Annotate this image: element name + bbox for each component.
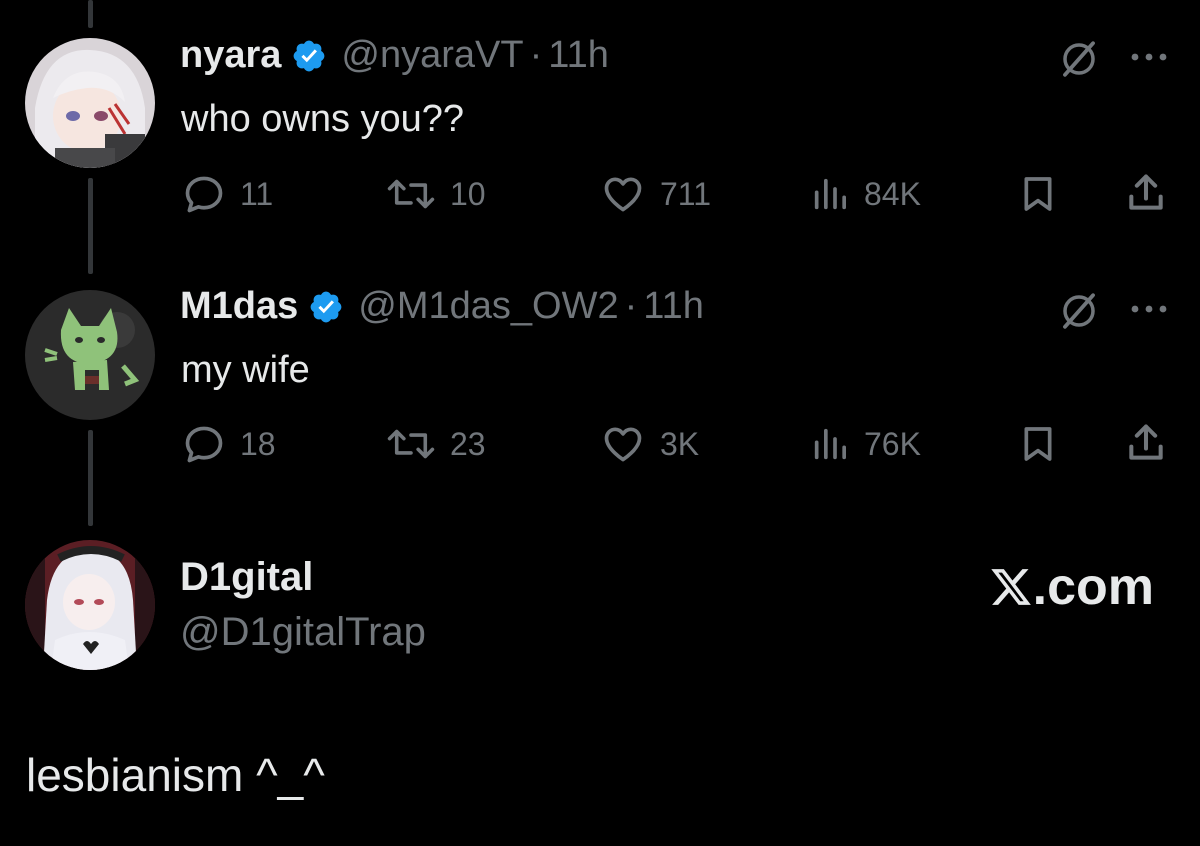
x-logo-icon [990, 569, 1031, 605]
reply-button[interactable]: 18 [182, 422, 276, 466]
display-name[interactable]: nyara [180, 34, 281, 77]
author-handle[interactable]: @D1gitalTrap [180, 610, 426, 655]
timestamp[interactable]: 11h [643, 285, 704, 328]
grok-icon[interactable] [1058, 290, 1100, 332]
like-count: 711 [660, 175, 712, 212]
bookmark-icon[interactable] [1018, 422, 1058, 466]
tweet-text: who owns you?? [181, 98, 465, 140]
handle[interactable]: @M1das_OW2 [358, 285, 618, 328]
reply-count: 11 [240, 175, 274, 212]
grok-icon[interactable] [1058, 38, 1100, 80]
views-button[interactable]: 76K [810, 422, 921, 466]
reply-text: lesbianism ^_^ [26, 749, 325, 801]
like-button[interactable]: 711 [600, 172, 711, 216]
share-icon[interactable] [1124, 170, 1168, 216]
like-button[interactable]: 3K [600, 422, 699, 466]
view-count: 76K [864, 425, 921, 462]
like-count: 3K [660, 425, 700, 462]
avatar-m1das[interactable] [25, 290, 155, 420]
timestamp[interactable]: 11h [548, 34, 609, 77]
tweet-header: M1das @M1das_OW2 · 11h [180, 285, 704, 328]
more-icon[interactable] [1128, 50, 1170, 64]
handle[interactable]: @nyaraVT [341, 34, 523, 77]
repost-count: 23 [450, 425, 486, 462]
reply-icon [185, 176, 223, 213]
repost-icon [387, 429, 435, 459]
heart-icon [604, 177, 642, 212]
views-icon [814, 428, 846, 460]
thread-line-top [88, 0, 93, 28]
tweet-header: nyara @nyaraVT · 11h [180, 34, 609, 77]
tweet-text: my wife [181, 349, 310, 391]
avatar-nyara[interactable] [25, 38, 155, 168]
repost-button[interactable]: 10 [386, 172, 486, 216]
x-com-logo: .com [989, 557, 1154, 617]
more-icon[interactable] [1128, 302, 1170, 316]
separator: · [529, 34, 543, 76]
repost-count: 10 [450, 175, 486, 212]
bookmark-icon[interactable] [1018, 172, 1058, 216]
reply-count: 18 [240, 425, 276, 462]
heart-icon [604, 427, 642, 462]
repost-button[interactable]: 23 [386, 422, 486, 466]
thread-line-2 [88, 430, 93, 526]
reply-button[interactable]: 11 [182, 172, 273, 216]
author-display-name[interactable]: D1gital [180, 555, 313, 600]
share-icon[interactable] [1124, 420, 1168, 466]
views-icon [814, 178, 846, 210]
display-name[interactable]: M1das [180, 285, 298, 328]
avatar-d1gital[interactable] [25, 540, 155, 670]
views-button[interactable]: 84K [810, 172, 921, 216]
view-count: 84K [864, 175, 921, 212]
thread-line-1 [88, 178, 93, 274]
reply-icon [185, 426, 223, 463]
verified-badge-icon [310, 291, 342, 322]
verified-badge-icon [294, 40, 325, 71]
repost-icon [387, 179, 435, 209]
x-com-text: .com [1032, 558, 1154, 616]
separator: · [624, 285, 638, 327]
